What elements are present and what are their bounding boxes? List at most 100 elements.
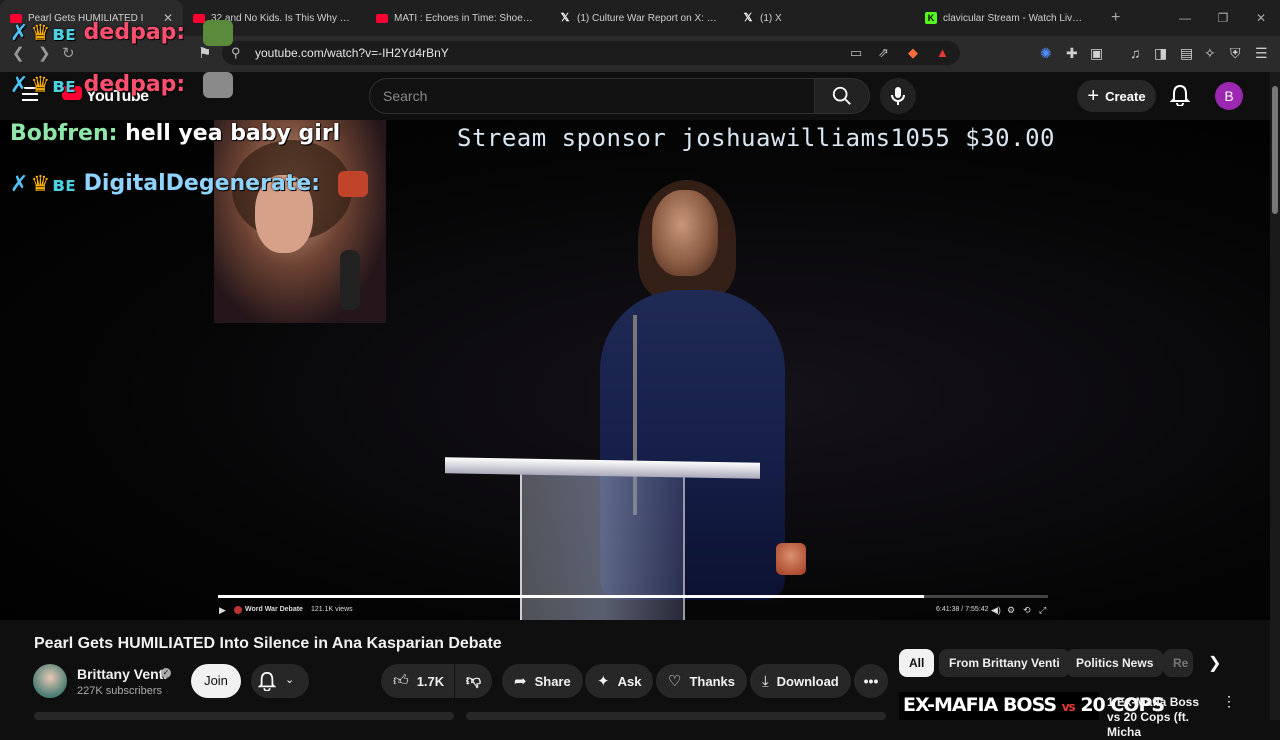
minimize-icon[interactable]: — (1166, 11, 1204, 25)
reload-icon[interactable]: ↻ (62, 44, 75, 62)
x-icon: 𝕏 (560, 12, 570, 24)
search-button[interactable] (815, 78, 870, 114)
fullscreen-icon[interactable]: ⤢ (1039, 605, 1046, 616)
plus-icon: + (1087, 84, 1100, 107)
scrollbar-thumb[interactable] (1272, 86, 1278, 214)
loop-icon[interactable]: ⟲ (1023, 605, 1031, 616)
join-button[interactable]: Join (191, 664, 241, 698)
microphone-icon (891, 87, 905, 105)
play-icon[interactable]: ▶ (219, 605, 226, 616)
pe-badge-icon: ʙᴇ (52, 21, 76, 45)
progress-fill (218, 595, 924, 598)
media-icon[interactable]: ♫ (1130, 45, 1141, 61)
voice-search-button[interactable] (880, 78, 916, 114)
comment-box[interactable] (34, 712, 454, 720)
x-icon: 𝕏 (743, 12, 753, 24)
frog-emote-icon (202, 20, 233, 46)
sword-badge-icon: ✗ (10, 20, 29, 46)
sword-badge-icon: ✗ (10, 171, 29, 197)
ask-button[interactable]: ✦ Ask (585, 664, 654, 698)
create-button[interactable]: + Create (1077, 80, 1156, 112)
maximize-icon[interactable]: ❐ (1204, 11, 1242, 25)
brave-rewards-icon[interactable]: ▲ (936, 45, 949, 60)
share-page-icon[interactable]: ⇗ (878, 45, 889, 61)
webcam-microphone (340, 250, 360, 310)
channel-name[interactable]: Brittany Venti (77, 666, 167, 682)
leo-icon[interactable]: ✧ (1204, 45, 1216, 62)
video-title: Pearl Gets HUMILIATED Into Silence in An… (34, 635, 502, 652)
more-vertical-icon[interactable]: ⋮ (1222, 693, 1236, 710)
brave-shield-icon[interactable]: ◆ (908, 45, 918, 61)
window-controls: — ❐ ✕ (1166, 0, 1280, 36)
bookmark-icon[interactable]: ⚑ (198, 44, 211, 62)
url-text[interactable]: youtube.com/watch?v=-IH2Yd4rBnY (255, 46, 449, 60)
close-window-icon[interactable]: ✕ (1242, 11, 1280, 25)
verified-check-icon: ✓ (161, 668, 171, 678)
settings-icon[interactable]: ⚙ (1007, 605, 1015, 616)
subscription-bell-button[interactable]: ⌄ (251, 664, 309, 698)
extensions-puzzle-icon[interactable]: ✚ (1066, 45, 1078, 62)
extension-icon[interactable]: ✺ (1040, 45, 1052, 62)
tab-title: MATI : Echoes in Time: Shoe0nh (394, 12, 534, 24)
search-placeholder[interactable]: Search (383, 88, 427, 104)
chip-all[interactable]: All (899, 649, 935, 677)
create-label: Create (1105, 88, 1146, 104)
stream-sponsor-text: Stream sponsor joshuawilliams1055 $30.00 (457, 124, 1055, 152)
speaker-head (652, 190, 718, 276)
volume-icon[interactable]: ◀) (991, 605, 1001, 616)
site-info-icon[interactable]: ⚲ (231, 45, 241, 61)
share-icon: ➦ (514, 673, 527, 690)
emote-overlay-icon (776, 543, 806, 575)
search-icon (832, 86, 851, 105)
bell-icon (258, 671, 276, 691)
forward-icon[interactable]: ❯ (38, 44, 51, 62)
thanks-button[interactable]: ♡ Thanks (656, 664, 747, 698)
chat-message: ✗ ♛ ʙᴇ DigitalDegenerate: (10, 171, 368, 197)
account-avatar[interactable]: B (1215, 82, 1243, 110)
channel-avatar-icon (234, 606, 242, 614)
new-tab-icon[interactable]: + (1111, 9, 1120, 27)
screenshot-icon[interactable]: ▣ (1090, 45, 1103, 62)
chip-from-channel[interactable]: From Brittany Venti (939, 649, 1070, 677)
tab-kick-clavicular[interactable]: K clavicular Stream - Watch Live o (915, 0, 1105, 36)
download-icon: ⤓ (762, 672, 769, 690)
crown-badge-icon: ♛ (30, 20, 51, 46)
thumbs-up-icon: 👍︎ (393, 672, 409, 689)
download-label: Download (776, 673, 839, 689)
description-box[interactable] (466, 712, 886, 720)
tab-title: (1) X (760, 12, 782, 24)
like-button[interactable]: 👍︎ 1.7K (381, 664, 454, 698)
vpn-icon[interactable]: ⛨ (1230, 45, 1241, 62)
share-label: Share (534, 673, 571, 689)
chip-more[interactable]: Re (1163, 649, 1193, 677)
chevron-right-icon[interactable]: ❯ (1208, 653, 1221, 673)
wallet-icon[interactable]: ▤ (1180, 45, 1193, 62)
pe-badge-icon: ʙᴇ (52, 172, 76, 196)
chat-message: Bobfren: hell yea baby girl (10, 121, 340, 146)
crown-badge-icon: ♛ (30, 171, 51, 197)
video-progress-bar[interactable] (218, 595, 1048, 598)
notifications-bell-icon[interactable] (1170, 84, 1190, 106)
more-actions-button[interactable]: ••• (854, 664, 888, 698)
chat-message: ✗ ♛ ʙᴇ dedpap: (10, 20, 233, 46)
ask-label: Ask (617, 673, 642, 689)
cast-icon[interactable]: ▭ (850, 45, 862, 61)
sidebar-icon[interactable]: ◨ (1154, 45, 1167, 62)
dislike-button[interactable]: 👎︎ (455, 664, 492, 698)
download-button[interactable]: ⤓ Download (750, 664, 851, 698)
chat-username: Bobfren: (10, 121, 118, 146)
menu-icon[interactable]: ☰ (1255, 45, 1268, 62)
search-input[interactable] (369, 78, 815, 114)
tab-youtube-mati[interactable]: MATI : Echoes in Time: Shoe0nh (366, 0, 549, 36)
thanks-label: Thanks (689, 673, 735, 689)
back-icon[interactable]: ❮ (12, 44, 25, 62)
share-button[interactable]: ➦ Share (502, 664, 583, 698)
channel-avatar[interactable] (33, 664, 67, 698)
tab-title: (1) Culture War Report on X: "D (577, 12, 717, 24)
tab-x[interactable]: 𝕏 (1) X (732, 0, 915, 36)
tab-x-culture-war[interactable]: 𝕏 (1) Culture War Report on X: "D (549, 0, 732, 36)
like-count: 1.7K (416, 673, 445, 689)
chip-politics-news[interactable]: Politics News (1066, 649, 1164, 677)
crown-badge-icon: ♛ (30, 72, 51, 98)
recommended-video-title[interactable]: 1 Ex-Mafia Boss vs 20 Cops (ft. Micha (1107, 695, 1212, 740)
